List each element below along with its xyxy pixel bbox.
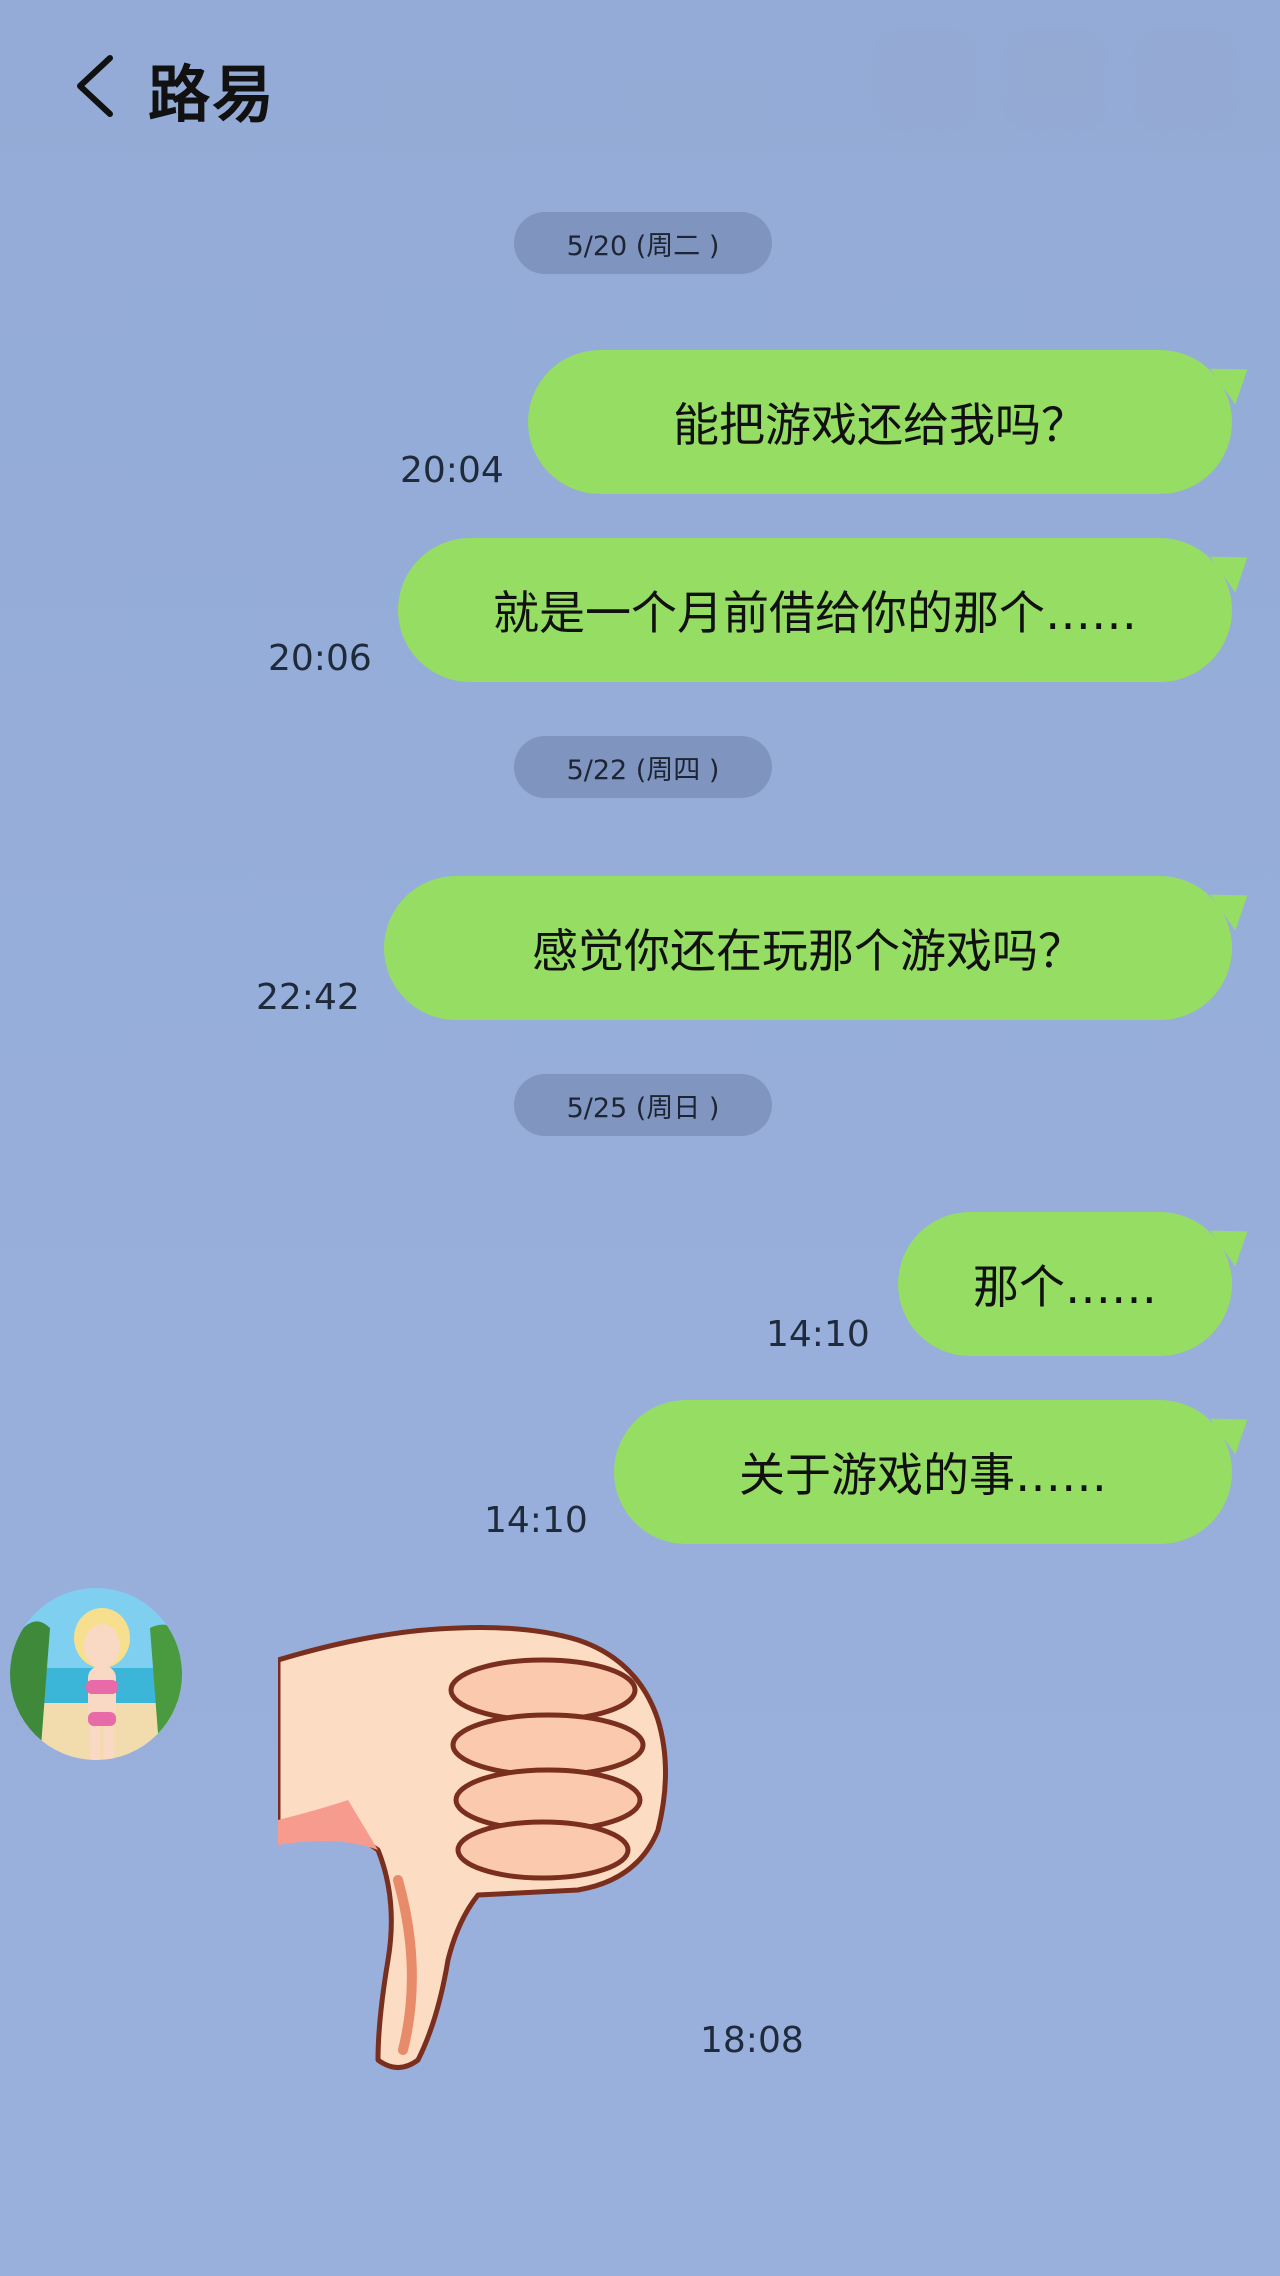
message-bubble[interactable]: 感觉你还在玩那个游戏吗？	[384, 876, 1232, 1020]
message-time: 14:10	[484, 1500, 588, 1541]
message-time: 14:10	[766, 1314, 870, 1355]
header-actions	[880, 36, 1230, 126]
date-separator: 5/22 (周四 )	[514, 736, 772, 798]
menu-icon[interactable]	[1140, 36, 1230, 126]
chat-title: 路易	[148, 58, 277, 131]
message-bubble[interactable]: 那个……	[898, 1212, 1232, 1356]
thumbs-down-icon[interactable]	[278, 1620, 678, 2080]
message-bubble[interactable]: 就是一个月前借给你的那个……	[398, 538, 1232, 682]
date-separator: 5/20 (周二 )	[514, 212, 772, 274]
search-icon[interactable]	[880, 36, 970, 126]
call-icon[interactable]	[1010, 36, 1100, 126]
chat-header: 路易	[0, 0, 1280, 170]
message-bubble[interactable]: 关于游戏的事……	[614, 1400, 1232, 1544]
date-separator: 5/25 (周日 )	[514, 1074, 772, 1136]
message-time: 18:08	[700, 2020, 804, 2061]
chevron-left-icon[interactable]	[70, 50, 130, 122]
message-time: 20:04	[400, 450, 504, 491]
avatar[interactable]	[10, 1588, 182, 1760]
message-time: 22:42	[256, 977, 360, 1018]
avatar-image	[10, 1588, 182, 1760]
message-bubble[interactable]: 能把游戏还给我吗？	[528, 350, 1232, 494]
message-time: 20:06	[268, 638, 372, 679]
